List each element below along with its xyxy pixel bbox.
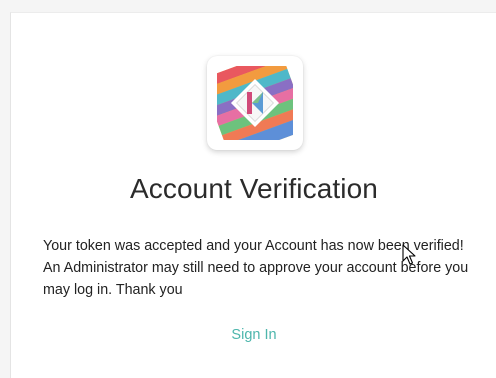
page-title: Account Verification <box>130 173 378 204</box>
verification-card: Account Verification Your token was acce… <box>10 12 496 378</box>
sign-in-link[interactable]: Sign In <box>11 327 496 343</box>
app-logo <box>207 56 303 150</box>
logo-icon <box>217 66 293 140</box>
mouse-pointer-icon <box>402 244 416 265</box>
